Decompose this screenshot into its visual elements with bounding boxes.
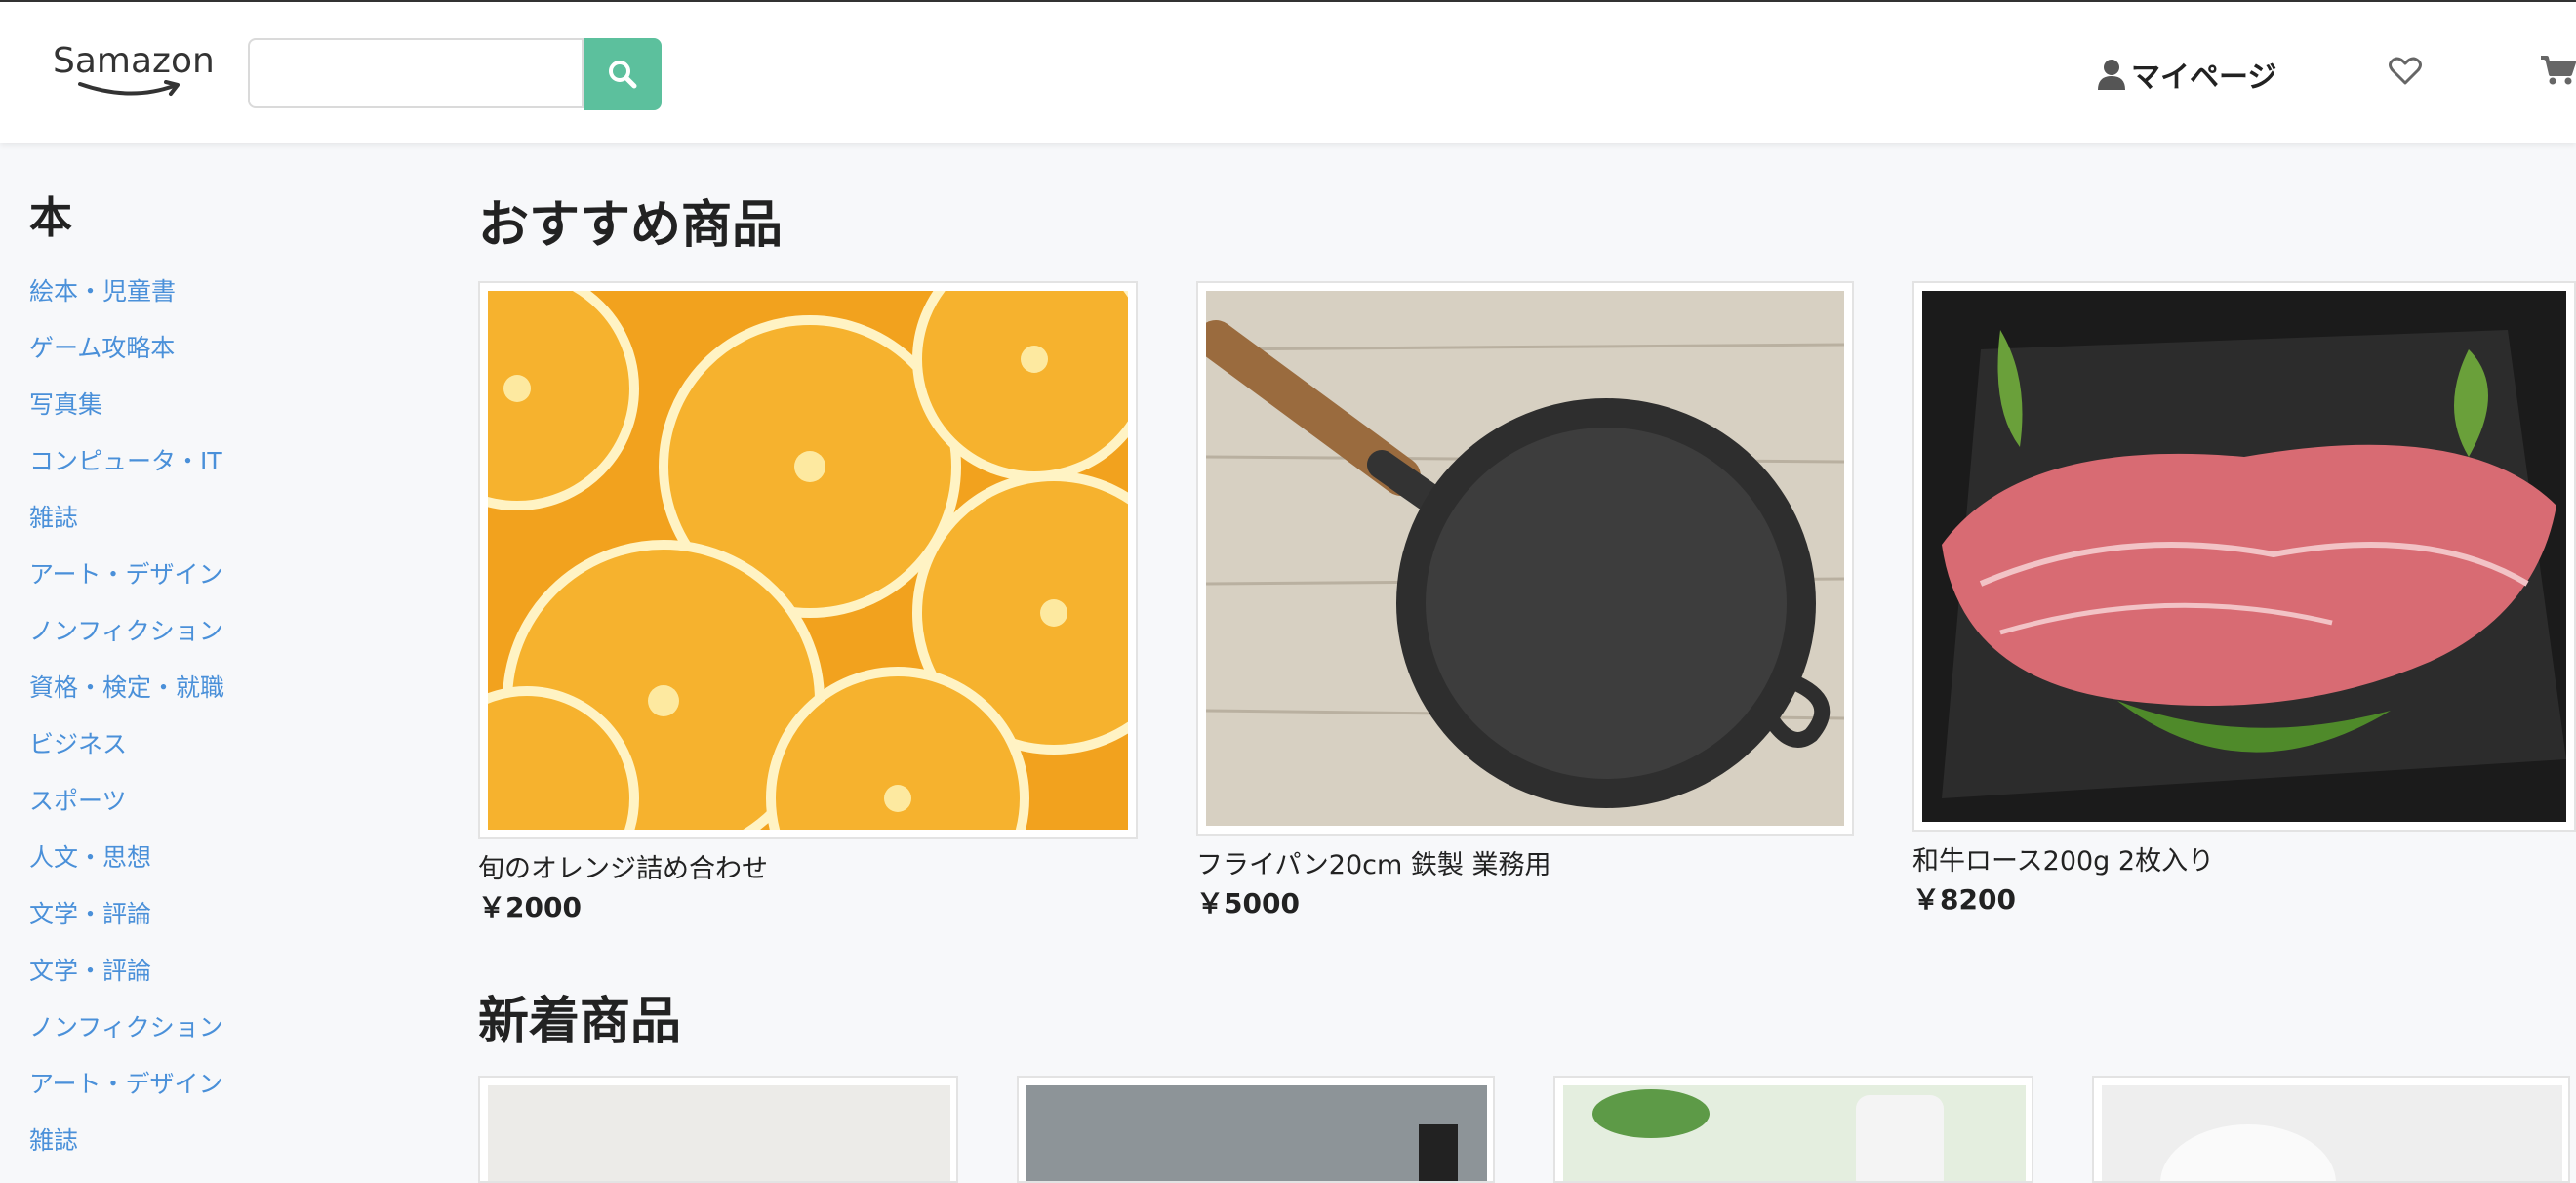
product-card[interactable]: 旬のオレンジ詰め合わせ ￥2000: [478, 281, 1138, 927]
product-name[interactable]: 和牛ロース200g 2枚入り: [1912, 843, 2576, 880]
search-input[interactable]: [248, 38, 584, 108]
recommended-title: おすすめ商品: [478, 196, 784, 255]
new-product-card[interactable]: [1553, 1076, 2033, 1183]
product-image: [1563, 1085, 2026, 1181]
sidebar-item[interactable]: 資格・検定・就職: [29, 660, 420, 716]
sidebar-item[interactable]: 人文・思想: [29, 830, 420, 886]
sidebar-item[interactable]: コンピュータ・IT: [29, 433, 420, 490]
heart-icon: [2389, 57, 2422, 85]
product-card[interactable]: フライパン20cm 鉄製 業務用 ￥5000: [1196, 281, 1854, 923]
product-image: [488, 1085, 950, 1181]
frying-pan-image: [1206, 291, 1844, 826]
cart-button[interactable]: [2541, 55, 2576, 90]
new-product-card[interactable]: [478, 1076, 958, 1183]
sidebar-item[interactable]: スポーツ: [29, 773, 420, 830]
search-icon: [609, 61, 637, 89]
cart-icon: [2541, 56, 2576, 85]
site-header: Samazon マイページ: [0, 2, 2576, 143]
new-items-title: 新着商品: [478, 993, 682, 1051]
sidebar-item[interactable]: 雑誌: [29, 1113, 420, 1169]
sidebar-item[interactable]: 文学・評論: [29, 943, 420, 999]
product-image: [2102, 1085, 2562, 1181]
orange-slices-image: [488, 291, 1128, 830]
sidebar-item[interactable]: 雑誌: [29, 490, 420, 547]
sidebar-item[interactable]: ノンフィクション: [29, 603, 420, 660]
sidebar-item[interactable]: 文学・評論: [29, 886, 420, 943]
sidebar-item[interactable]: ノンフィクション: [29, 999, 420, 1056]
product-price: ￥8200: [1912, 883, 2016, 916]
mypage-label: マイページ: [2131, 61, 2277, 95]
mypage-link[interactable]: マイページ: [2098, 53, 2276, 96]
sidebar-item[interactable]: アート・デザイン: [29, 547, 420, 603]
sidebar-title: 本: [29, 193, 72, 243]
sidebar-item[interactable]: ゲーム攻略本: [29, 320, 420, 377]
logo[interactable]: Samazon: [53, 41, 215, 105]
product-card[interactable]: 和牛ロース200g 2枚入り ￥8200: [1912, 281, 2576, 919]
new-product-card[interactable]: [1017, 1076, 1495, 1183]
product-image: [1026, 1085, 1487, 1181]
user-icon: [2098, 60, 2125, 90]
wagyu-beef-image: [1922, 291, 2566, 822]
sidebar-item[interactable]: アート・デザイン: [29, 1056, 420, 1113]
product-image[interactable]: [478, 281, 1138, 839]
sidebar-item[interactable]: ビジネス: [29, 716, 420, 773]
new-product-card[interactable]: [2092, 1076, 2570, 1183]
logo-smile-icon: [78, 80, 180, 96]
logo-text: Samazon: [53, 41, 215, 81]
favorites-button[interactable]: [2389, 57, 2422, 90]
sidebar-item[interactable]: 絵本・児童書: [29, 264, 420, 320]
product-name[interactable]: フライパン20cm 鉄製 業務用: [1196, 847, 1854, 884]
product-name[interactable]: 旬のオレンジ詰め合わせ: [478, 851, 1138, 888]
product-image[interactable]: [1912, 281, 2576, 832]
product-price: ￥5000: [1196, 887, 1300, 919]
search-button[interactable]: [584, 38, 662, 110]
product-image[interactable]: [1196, 281, 1854, 836]
product-price: ￥2000: [478, 891, 582, 923]
category-sidebar: 本 絵本・児童書 ゲーム攻略本 写真集 コンピュータ・IT 雑誌 アート・デザイ…: [29, 191, 420, 1169]
sidebar-item[interactable]: 写真集: [29, 377, 420, 433]
main-content: おすすめ商品: [478, 191, 2576, 260]
